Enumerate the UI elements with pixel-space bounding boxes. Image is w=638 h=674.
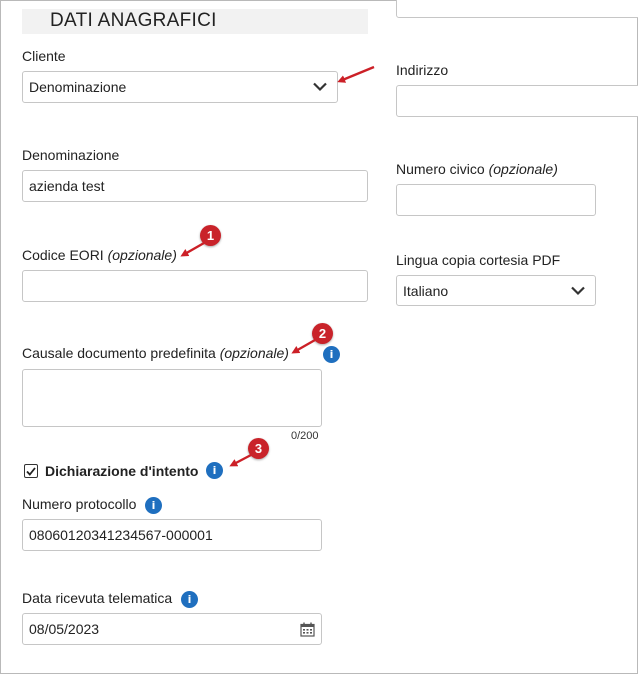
annotation-arrow (180, 241, 205, 257)
annotation-arrow (337, 65, 375, 83)
annotation-arrow (229, 453, 252, 467)
annotation-arrow (291, 338, 316, 354)
annotation-arrows (180, 65, 375, 467)
